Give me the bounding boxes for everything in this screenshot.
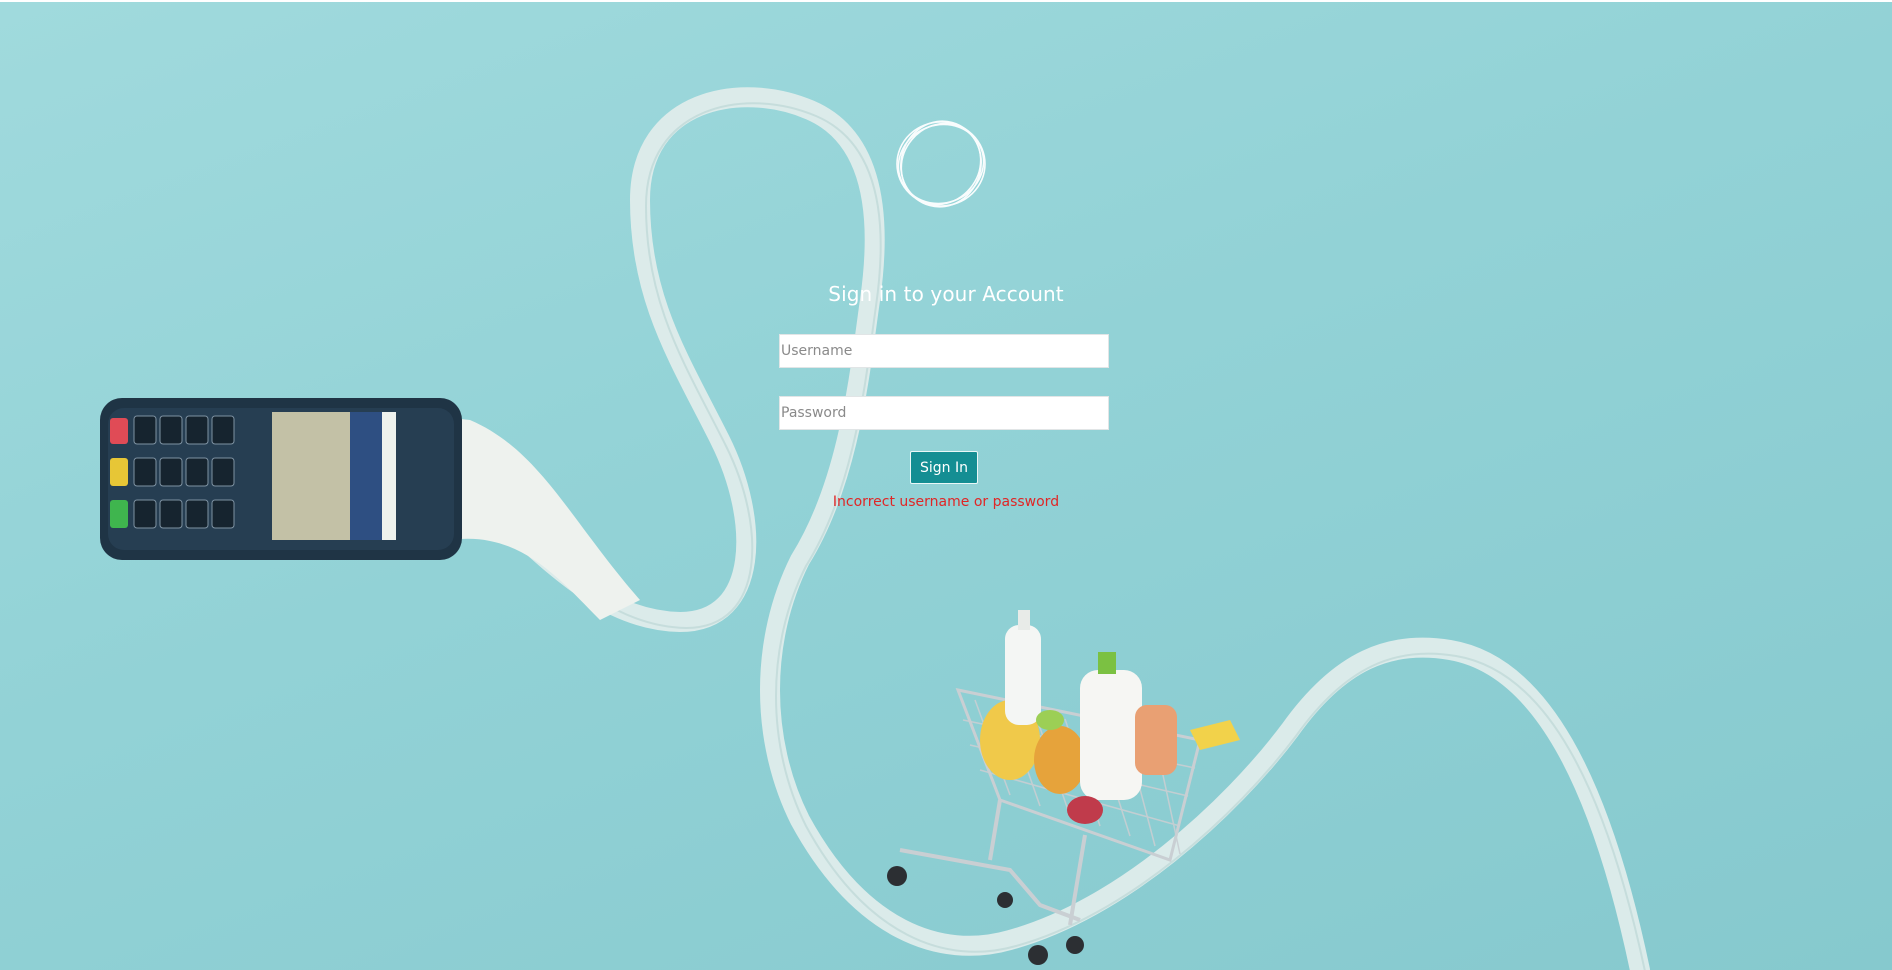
receipt-paper <box>380 87 1650 970</box>
top-border <box>0 0 1892 2</box>
shopping-cart <box>887 610 1240 965</box>
circle-rings-logo-icon <box>893 118 989 210</box>
error-message: Incorrect username or password <box>832 494 1060 510</box>
username-field[interactable] <box>779 334 1109 368</box>
password-field[interactable] <box>779 396 1109 430</box>
sign-in-button[interactable]: Sign In <box>910 451 978 484</box>
page-title: Sign in to your Account <box>828 282 1064 306</box>
payment-terminal <box>100 398 462 560</box>
